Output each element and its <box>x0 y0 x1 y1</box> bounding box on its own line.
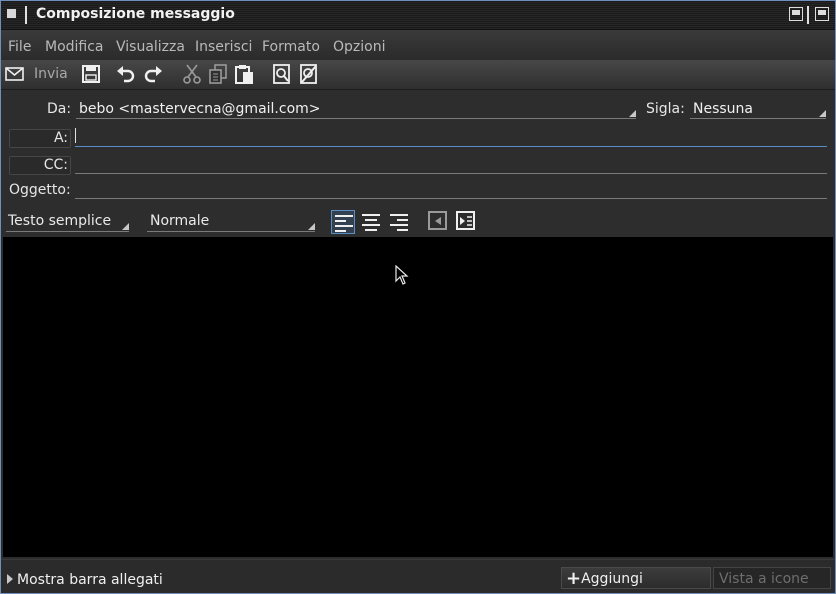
menu-insert[interactable]: Inserisci <box>195 39 252 55</box>
from-select[interactable]: bebo <mastervecna@gmail.com> <box>76 98 636 119</box>
mouse-cursor-icon <box>395 265 409 285</box>
undo-icon[interactable] <box>115 63 137 85</box>
window-menu-button[interactable] <box>7 9 16 18</box>
send-icon[interactable] <box>4 63 26 85</box>
align-center-icon[interactable] <box>359 210 383 234</box>
cut-icon[interactable] <box>181 63 203 85</box>
redo-icon[interactable] <box>142 63 164 85</box>
align-left-icon[interactable] <box>331 210 355 234</box>
find-icon[interactable] <box>271 63 293 85</box>
show-attachments-label: Mostra barra allegati <box>17 572 163 588</box>
from-label: Da: <box>47 101 72 117</box>
menu-bar: File Modifica Visualizza Inserisci Forma… <box>1 30 835 60</box>
expand-triangle-icon <box>7 574 13 584</box>
subject-label: Oggetto: <box>9 182 71 198</box>
minimize-button[interactable] <box>789 7 803 21</box>
menu-edit[interactable]: Modifica <box>45 39 104 55</box>
text-mode-select[interactable]: Testo semplice <box>6 211 129 232</box>
paragraph-style-value: Normale <box>150 213 210 229</box>
dropdown-arrow-icon <box>122 223 129 230</box>
paragraph-style-select[interactable]: Normale <box>147 211 315 232</box>
spellcheck-icon[interactable] <box>298 63 320 85</box>
to-input[interactable] <box>75 126 827 147</box>
dropdown-arrow-icon <box>629 110 636 117</box>
cc-input[interactable] <box>75 153 827 174</box>
cc-address-button[interactable]: CC: <box>9 156 71 175</box>
from-value: bebo <mastervecna@gmail.com> <box>79 101 321 117</box>
text-caret <box>75 128 76 143</box>
icon-view-button[interactable]: Vista a icone <box>713 567 831 589</box>
dropdown-arrow-icon <box>308 223 315 230</box>
maximize-button[interactable] <box>815 7 829 21</box>
menu-file[interactable]: File <box>8 39 31 55</box>
indent-icon[interactable] <box>455 210 479 234</box>
menu-options[interactable]: Opzioni <box>333 39 385 55</box>
outdent-icon[interactable] <box>427 210 451 234</box>
signature-value: Nessuna <box>693 101 753 117</box>
dropdown-arrow-icon <box>819 110 826 117</box>
show-attachments-toggle[interactable]: Mostra barra allegati <box>7 572 163 588</box>
to-address-button[interactable]: A: <box>9 129 71 148</box>
paste-icon[interactable] <box>233 63 255 85</box>
title-bar: Composizione messaggio <box>1 1 835 30</box>
compose-window: Composizione messaggio File Modifica Vis… <box>0 0 836 594</box>
align-right-icon[interactable] <box>387 210 411 234</box>
menu-format[interactable]: Formato <box>262 39 320 55</box>
subject-input[interactable] <box>75 178 827 199</box>
send-label[interactable]: Invia <box>34 66 68 82</box>
signature-select[interactable]: Nessuna <box>690 98 826 119</box>
text-mode-value: Testo semplice <box>8 213 112 229</box>
window-title: Composizione messaggio <box>36 6 235 22</box>
add-attachment-button[interactable]: +Aggiungi allegato... <box>561 567 711 589</box>
to-label: A: <box>53 130 68 146</box>
cc-label: CC: <box>43 157 68 173</box>
attachment-bar: Mostra barra allegati +Aggiungi allegato… <box>1 559 835 593</box>
plus-icon: + <box>566 568 582 589</box>
save-icon[interactable] <box>80 63 102 85</box>
message-body-editor[interactable] <box>3 237 833 557</box>
copy-icon[interactable] <box>207 63 229 85</box>
icon-view-label: Vista a icone <box>719 571 809 587</box>
title-separator <box>25 6 27 24</box>
toolbar: Invia <box>1 60 835 90</box>
signature-label: Sigla: <box>646 101 685 117</box>
menu-view[interactable]: Visualizza <box>116 39 185 55</box>
title-separator-right <box>807 6 809 24</box>
